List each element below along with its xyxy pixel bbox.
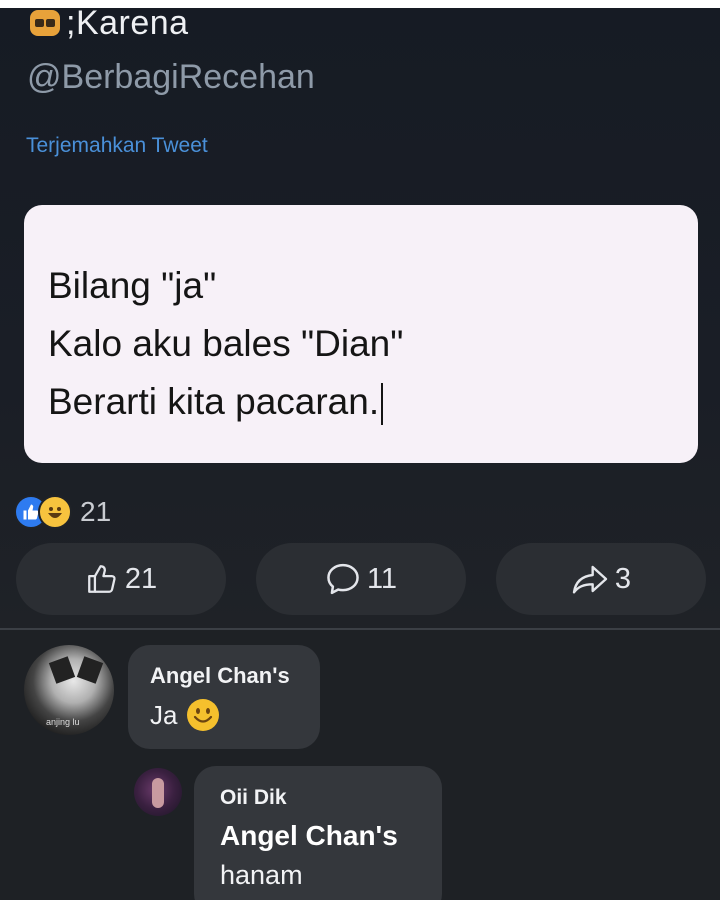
sunglasses-face-icon — [30, 10, 60, 36]
tweet-line: Kalo aku bales "Dian" — [48, 323, 404, 364]
comment-button[interactable]: 11 — [256, 543, 466, 615]
thumbs-up-icon — [87, 565, 116, 593]
reaction-count: 21 — [80, 496, 112, 527]
haha-reaction-icon — [38, 495, 72, 529]
mention-tag[interactable]: Angel Chan's — [220, 820, 442, 852]
like-count: 21 — [124, 562, 158, 595]
translate-tweet-link[interactable]: Terjemahkan Tweet — [26, 134, 208, 158]
comment-text-row: Ja — [150, 699, 320, 731]
comment-text: hanam — [220, 860, 303, 890]
reply-bubble[interactable]: Oii Dik Angel Chan's hanam — [194, 766, 442, 900]
comment-bubble-icon — [327, 563, 359, 595]
smiling-face-icon — [187, 699, 220, 731]
share-arrow-icon — [572, 565, 608, 594]
tweet-handle[interactable]: @BerbagiRecehan — [27, 58, 315, 97]
like-button[interactable]: 21 — [16, 543, 226, 615]
share-button[interactable]: 3 — [496, 543, 706, 615]
reactions-summary[interactable]: 21 — [14, 495, 111, 529]
tweet-line: Berarti kita pacaran. — [48, 381, 380, 422]
section-divider — [0, 628, 720, 630]
avatar[interactable] — [134, 768, 182, 816]
tweet-body: Bilang "ja" Kalo aku bales "Dian" Berart… — [48, 257, 403, 431]
tweet-author-name: ;Karena — [66, 3, 189, 42]
comment-author[interactable]: Oii Dik — [220, 786, 442, 810]
text-cursor — [381, 383, 384, 426]
comment-author[interactable]: Angel Chan's — [150, 663, 320, 689]
tweet-author-row: ;Karena — [30, 4, 189, 42]
tweet-text-card: Bilang "ja" Kalo aku bales "Dian" Berart… — [24, 205, 698, 463]
comment-count: 11 — [366, 562, 398, 595]
avatar-caption: anjing lu — [46, 717, 80, 727]
comment-text: Ja — [150, 699, 178, 730]
comment-bubble[interactable]: Angel Chan's Ja — [128, 645, 320, 749]
avatar[interactable]: anjing lu — [24, 645, 114, 735]
tweet-line: Bilang "ja" — [48, 265, 217, 306]
tweet-line-with-cursor: Berarti kita pacaran. — [48, 373, 403, 431]
share-count: 3 — [614, 562, 632, 595]
